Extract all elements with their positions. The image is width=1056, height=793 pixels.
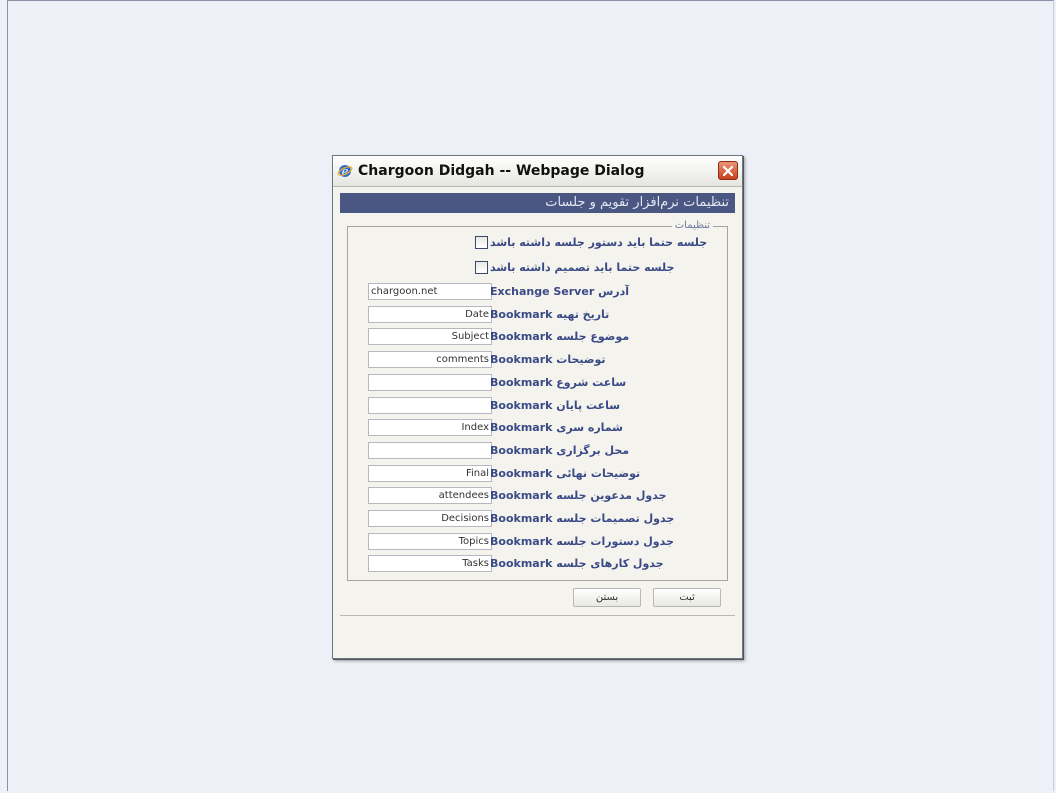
final-comments-input[interactable] xyxy=(368,464,492,482)
settings-fieldset: تنظیمات جلسه حتما باید دستور جلسه داشته … xyxy=(347,219,729,581)
decision-required-label: جلسه حتما باید تصمیم داشته باشد xyxy=(490,261,675,274)
field-row-location: Bookmark محل برگزاری xyxy=(348,441,729,462)
field-row-attendees-table: Bookmark جدول مدعوین جلسه xyxy=(348,487,729,507)
start-time-input[interactable] xyxy=(368,373,492,391)
tasks-table-input[interactable] xyxy=(368,555,492,573)
fieldset-legend: تنظیمات xyxy=(671,219,713,233)
decision-required-checkbox[interactable] xyxy=(475,261,488,274)
end-time-input[interactable] xyxy=(368,396,492,414)
ie-icon: e xyxy=(337,163,353,179)
decisions-table-input[interactable] xyxy=(368,510,492,527)
close-icon[interactable] xyxy=(718,161,738,180)
date-label: Bookmark تاریخ تهیه xyxy=(490,307,610,321)
checkbox-row-decision: جلسه حتما باید تصمیم داشته باشد xyxy=(348,259,729,279)
exchange-server-input[interactable] xyxy=(368,283,492,300)
start-time-label: Bookmark ساعت شروع xyxy=(490,375,627,389)
date-input[interactable] xyxy=(368,305,492,323)
field-row-end-time: Bookmark ساعت پایان xyxy=(348,396,729,417)
webpage-dialog: e Chargoon Didgah -- Webpage Dialog تنظی… xyxy=(332,155,743,659)
field-row-tasks-table: Bookmark جدول کارهای جلسه xyxy=(348,555,729,575)
final-comments-label: Bookmark توضیحات نهائی xyxy=(490,466,641,480)
subject-input[interactable] xyxy=(368,328,492,346)
topics-table-input[interactable] xyxy=(368,532,492,550)
location-label: Bookmark محل برگزاری xyxy=(490,443,630,457)
decisions-table-label: Bookmark جدول تصمیمات جلسه xyxy=(490,512,675,525)
field-row-final-comments: Bookmark توضیحات نهائی xyxy=(348,464,729,485)
checkbox-row-agenda: جلسه حتما باید دستور جلسه داشته باشد xyxy=(348,234,729,254)
end-time-label: Bookmark ساعت پایان xyxy=(490,398,621,412)
field-row-comments: Bookmark توضیحات xyxy=(348,351,729,371)
close-button[interactable]: بستن xyxy=(573,588,641,607)
field-row-subject: Bookmark موضوع جلسه xyxy=(348,328,729,348)
index-label: Bookmark شماره سری xyxy=(490,421,624,435)
field-row-topics-table: Bookmark جدول دستورات جلسه xyxy=(348,532,729,553)
comments-input[interactable] xyxy=(368,351,492,369)
submit-button[interactable]: ثبت xyxy=(653,588,721,607)
field-row-decisions-table: Bookmark جدول تصمیمات جلسه xyxy=(348,510,729,530)
settings-header: تنظیمات نرم‌افزار تقویم و جلسات xyxy=(340,193,735,213)
agenda-required-label: جلسه حتما باید دستور جلسه داشته باشد xyxy=(490,236,708,249)
attendees-table-label: Bookmark جدول مدعوین جلسه xyxy=(490,489,667,503)
field-row-date: Bookmark تاریخ تهیه xyxy=(348,305,729,326)
comments-label: Bookmark توضیحات xyxy=(490,353,606,367)
attendees-table-input[interactable] xyxy=(368,487,492,505)
agenda-required-checkbox[interactable] xyxy=(475,236,488,249)
field-row-start-time: Bookmark ساعت شروع xyxy=(348,373,729,394)
exchange-server-label: آدرس Exchange Server xyxy=(490,285,630,298)
location-input[interactable] xyxy=(368,441,492,459)
topics-table-label: Bookmark جدول دستورات جلسه xyxy=(490,534,674,548)
index-input[interactable] xyxy=(368,419,492,437)
subject-label: Bookmark موضوع جلسه xyxy=(490,330,630,344)
field-row-exchange-server: آدرس Exchange Server xyxy=(348,283,729,303)
tasks-table-label: Bookmark جدول کارهای جلسه xyxy=(490,557,664,571)
dialog-titlebar: e Chargoon Didgah -- Webpage Dialog xyxy=(333,156,742,187)
field-row-index: Bookmark شماره سری xyxy=(348,419,729,439)
footer-divider xyxy=(340,615,735,616)
dialog-title: Chargoon Didgah -- Webpage Dialog xyxy=(358,163,645,179)
